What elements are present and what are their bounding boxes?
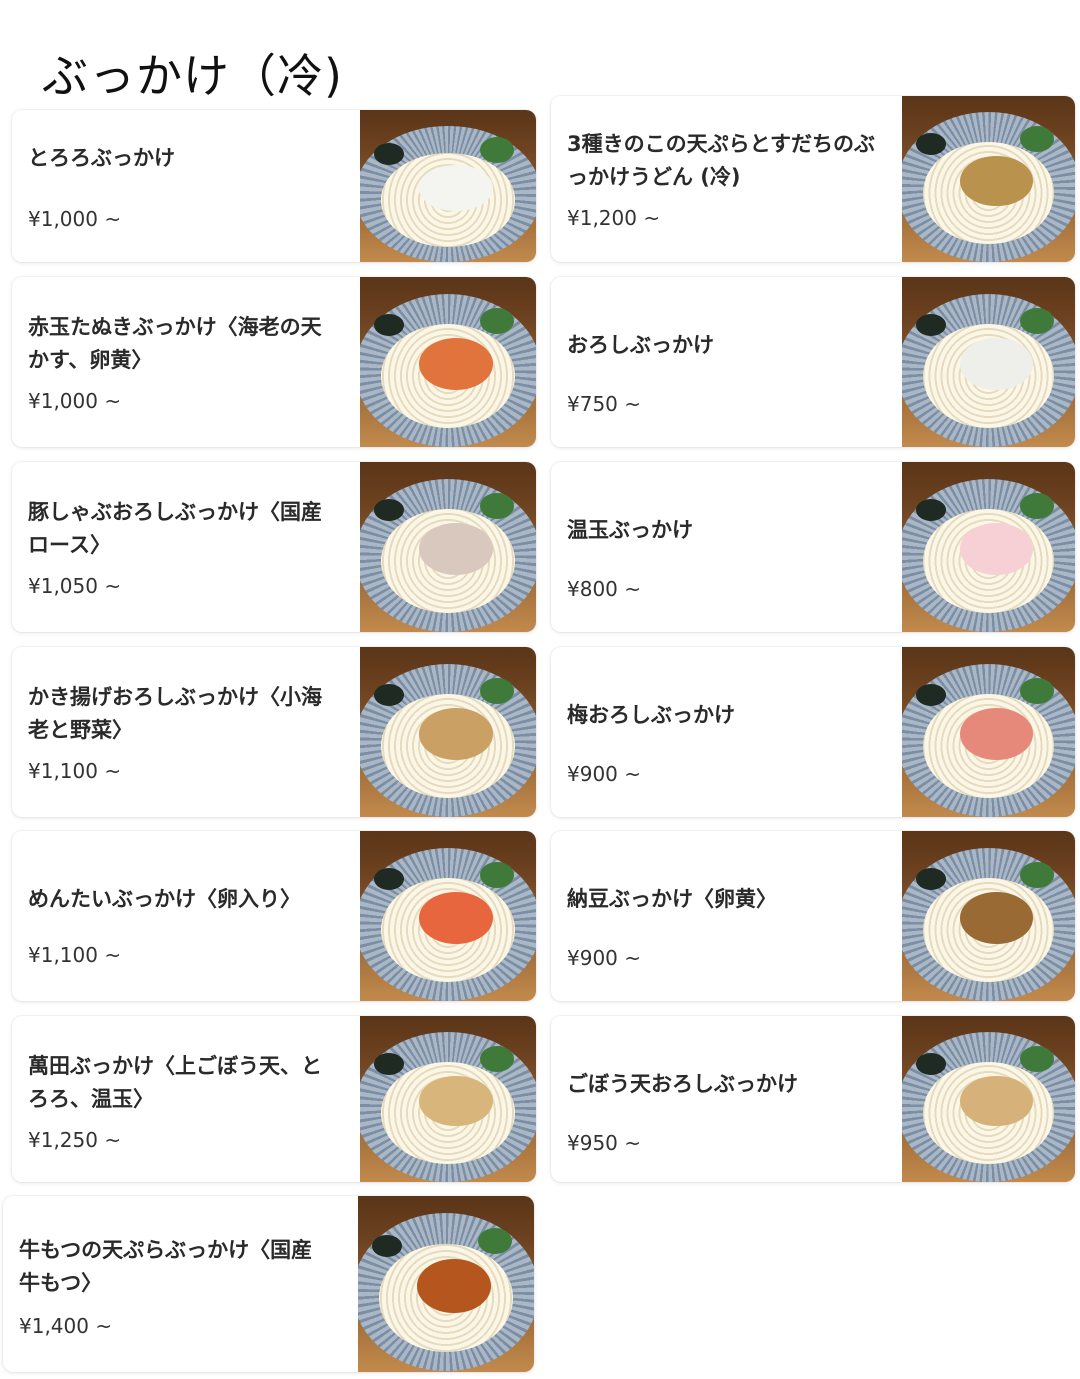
udon-photo (902, 462, 1075, 632)
menu-item-price: ¥1,050 ~ (28, 574, 122, 598)
garnish (915, 1052, 946, 1075)
garnish (479, 137, 514, 164)
udon-photo (360, 277, 536, 447)
garnish (479, 677, 514, 704)
menu-item-card[interactable]: 温玉ぶっかけ ¥800 ~ (551, 462, 1075, 632)
menu-item-name: 温玉ぶっかけ (567, 518, 693, 542)
menu-item-card[interactable]: 3種きのこの天ぷらとすだちのぶっかけうどん (冷) ¥1,200 ~ (551, 96, 1075, 262)
garnish (1019, 677, 1054, 704)
topping (419, 891, 493, 944)
menu-item-name: 豚しゃぶおろしぶっかけ〈国産ロース〉 (28, 500, 322, 557)
garnish (479, 492, 514, 519)
menu-item-price: ¥900 ~ (567, 762, 642, 786)
garnish (1019, 861, 1054, 888)
menu-item-name: 萬田ぶっかけ〈上ごぼう天、とろろ、温玉〉 (28, 1054, 322, 1111)
garnish (372, 1234, 403, 1257)
topping (960, 707, 1033, 760)
topping (417, 1259, 491, 1313)
menu-item-card[interactable]: めんたいぶっかけ〈卵入り〉 ¥1,100 ~ (12, 831, 536, 1001)
menu-item-name: 梅おろしぶっかけ (567, 703, 735, 727)
garnish (1019, 307, 1054, 334)
menu-item-price: ¥1,250 ~ (28, 1128, 122, 1152)
topping (419, 164, 493, 212)
menu-item-card[interactable]: とろろぶっかけ ¥1,000 ~ (12, 110, 536, 262)
garnish (479, 861, 514, 888)
menu-item-name: おろしぶっかけ (567, 333, 714, 357)
garnish (915, 132, 946, 155)
menu-item-price: ¥1,400 ~ (19, 1314, 113, 1338)
menu-item-name: 納豆ぶっかけ〈卵黄〉 (567, 887, 777, 911)
udon-photo (360, 462, 536, 632)
garnish (479, 307, 514, 334)
garnish (477, 1227, 512, 1254)
topping (960, 891, 1033, 944)
udon-photo (358, 1196, 534, 1372)
garnish (374, 1052, 405, 1075)
topping (419, 707, 493, 760)
udon-photo (360, 110, 536, 262)
udon-photo (902, 1016, 1075, 1182)
menu-item-name: とろろぶっかけ (28, 146, 175, 170)
menu-item-card[interactable]: 牛もつの天ぷらぶっかけ〈国産牛もつ〉 ¥1,400 ~ (3, 1196, 534, 1372)
menu-item-price: ¥1,000 ~ (28, 207, 122, 231)
menu-item-card[interactable]: かき揚げおろしぶっかけ〈小海老と野菜〉 ¥1,100 ~ (12, 647, 536, 817)
page-title: ぶっかけ（冷) (42, 49, 343, 103)
menu-item-name: 3種きのこの天ぷらとすだちのぶっかけうどん (冷) (567, 132, 875, 189)
menu-item-name: 牛もつの天ぷらぶっかけ〈国産牛もつ〉 (19, 1238, 313, 1295)
menu-item-name: 赤玉たぬきぶっかけ〈海老の天かす、卵黄〉 (28, 315, 322, 372)
menu-item-price: ¥900 ~ (567, 946, 642, 970)
menu-item-card[interactable]: おろしぶっかけ ¥750 ~ (551, 277, 1075, 447)
menu-item-price: ¥1,200 ~ (567, 206, 661, 230)
udon-photo (360, 831, 536, 1001)
garnish (1019, 1045, 1054, 1072)
topping (960, 522, 1033, 575)
udon-photo (360, 647, 536, 817)
menu-item-name: かき揚げおろしぶっかけ〈小海老と野菜〉 (28, 685, 322, 742)
menu-item-price: ¥750 ~ (567, 392, 642, 416)
topping (419, 337, 493, 390)
menu-item-name: ごぼう天おろしぶっかけ (567, 1072, 798, 1096)
menu-item-price: ¥950 ~ (567, 1131, 642, 1155)
topping (419, 522, 493, 575)
menu-item-name: めんたいぶっかけ〈卵入り〉 (28, 887, 301, 911)
topping (960, 337, 1033, 390)
garnish (1019, 125, 1054, 152)
udon-photo (902, 647, 1075, 817)
topping (960, 1075, 1033, 1127)
garnish (1019, 492, 1054, 519)
udon-photo (360, 1016, 536, 1182)
udon-photo (902, 96, 1075, 262)
udon-photo (902, 277, 1075, 447)
menu-item-price: ¥1,100 ~ (28, 943, 122, 967)
menu-item-card[interactable]: 納豆ぶっかけ〈卵黄〉 ¥900 ~ (551, 831, 1075, 1001)
menu-item-card[interactable]: 豚しゃぶおろしぶっかけ〈国産ロース〉 ¥1,050 ~ (12, 462, 536, 632)
menu-item-card[interactable]: 梅おろしぶっかけ ¥900 ~ (551, 647, 1075, 817)
garnish (479, 1045, 514, 1072)
topping (960, 155, 1033, 207)
udon-photo (902, 831, 1075, 1001)
topping (419, 1075, 493, 1127)
menu-item-card[interactable]: 赤玉たぬきぶっかけ〈海老の天かす、卵黄〉 ¥1,000 ~ (12, 277, 536, 447)
menu-item-price: ¥800 ~ (567, 577, 642, 601)
menu-item-price: ¥1,000 ~ (28, 389, 122, 413)
menu-item-price: ¥1,100 ~ (28, 759, 122, 783)
menu-item-card[interactable]: 萬田ぶっかけ〈上ごぼう天、とろろ、温玉〉 ¥1,250 ~ (12, 1016, 536, 1182)
menu-item-card[interactable]: ごぼう天おろしぶっかけ ¥950 ~ (551, 1016, 1075, 1182)
